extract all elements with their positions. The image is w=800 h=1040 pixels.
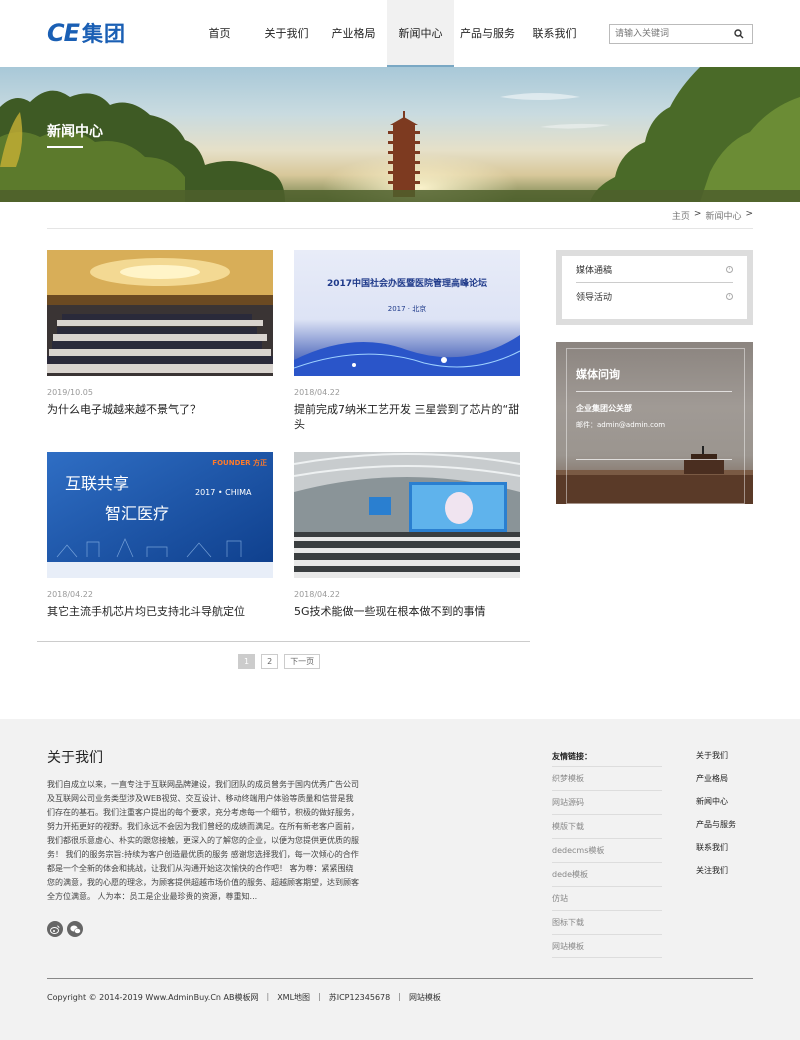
news-date: 2018/04.22 bbox=[294, 590, 340, 599]
news-title[interactable]: 为什么电子城越来越不景气了？ bbox=[47, 402, 273, 417]
footer-nav-about[interactable]: 关于我们 bbox=[696, 749, 736, 772]
footer-nav: 关于我们 产业格局 新闻中心 产品与服务 联系我们 关注我们 bbox=[696, 749, 736, 887]
copyright-text: Copyright © 2014-2019 Www.AdminBuy.Cn AB… bbox=[47, 993, 259, 1002]
friend-link[interactable]: 织梦模板 bbox=[552, 766, 662, 790]
nav-industry[interactable]: 产业格局 bbox=[320, 0, 387, 67]
news-title[interactable]: 其它主流手机芯片均已支持北斗导航定位 bbox=[47, 604, 273, 619]
footer-link-templates[interactable]: 网站模板 bbox=[409, 992, 441, 1003]
news-date: 2019/10.05 bbox=[47, 388, 93, 397]
footer-about-text: 我们自成立以来，一直专注于互联网品牌建设，我们团队的成员曾务于国内优秀广告公司及… bbox=[47, 780, 359, 901]
footer-link-icp[interactable]: 苏ICP12345678 bbox=[329, 992, 391, 1003]
poster-brand: FOUNDER 方正 bbox=[212, 459, 267, 467]
chevron-right-icon: › bbox=[726, 293, 733, 300]
news-card[interactable]: 互联共享 智汇医疗 FOUNDER 方正 2017 • CHIMA 2018/0… bbox=[47, 452, 273, 619]
friend-links: 织梦模板 网站源码 模版下载 dedecms模板 dede模板 仿站 图标下载 … bbox=[552, 764, 662, 958]
poster-headline-2: 智汇医疗 bbox=[105, 504, 170, 523]
nav-home[interactable]: 首页 bbox=[186, 0, 253, 67]
search-button[interactable] bbox=[728, 25, 750, 43]
nav-about[interactable]: 关于我们 bbox=[253, 0, 320, 67]
logo-latin: CE bbox=[47, 19, 80, 47]
news-card[interactable]: 2018/04.22 5G技术能做一些现在根本做不到的事情 bbox=[294, 452, 520, 619]
news-thumbnail[interactable] bbox=[294, 452, 520, 578]
footer-about-title: 关于我们 bbox=[47, 750, 103, 766]
weibo-icon[interactable] bbox=[47, 921, 63, 937]
friend-link[interactable]: 图标下载 bbox=[552, 910, 662, 934]
friend-link[interactable]: 网站源码 bbox=[552, 790, 662, 814]
footer-nav-contact[interactable]: 联系我们 bbox=[696, 841, 736, 864]
breadcrumb-current[interactable]: 新闻中心 bbox=[705, 209, 741, 222]
nav-products[interactable]: 产品与服务 bbox=[454, 0, 521, 67]
news-card[interactable]: 2017中国社会办医暨医院管理高峰论坛 2017 · 北京 2018/04.22… bbox=[294, 250, 520, 432]
chevron-right-icon: › bbox=[726, 265, 733, 273]
footer-nav-follow[interactable]: 关注我们 bbox=[696, 864, 736, 887]
social-links bbox=[47, 921, 83, 937]
nav-contact[interactable]: 联系我们 bbox=[521, 0, 588, 67]
poster-title: 2017中国社会办医暨医院管理高峰论坛 bbox=[326, 279, 488, 289]
news-thumbnail[interactable]: 互联共享 智汇医疗 FOUNDER 方正 2017 • CHIMA bbox=[47, 452, 273, 578]
news-date: 2018/04.22 bbox=[47, 590, 93, 599]
news-date: 2018/04.22 bbox=[294, 388, 340, 397]
search-icon bbox=[734, 29, 744, 39]
conference-hall-image bbox=[47, 250, 273, 376]
wechat-icon[interactable] bbox=[67, 921, 83, 937]
site-footer: 关于我们 我们自成立以来，一直专注于互联网品牌建设，我们团队的成员曾务于国内优秀… bbox=[0, 719, 800, 1040]
contact-email[interactable]: 邮件：admin@admin.com bbox=[576, 420, 665, 430]
auditorium-image bbox=[294, 452, 520, 578]
search-input[interactable] bbox=[610, 25, 728, 43]
pagination: 1 2 下一页 bbox=[238, 654, 321, 669]
news-title[interactable]: 5G技术能做一些现在根本做不到的事情 bbox=[294, 604, 520, 619]
poster-event: 2017 • CHIMA bbox=[195, 488, 252, 497]
contact-department: 企业集团公关部 bbox=[576, 404, 632, 413]
logo[interactable]: CE 集团 bbox=[47, 19, 127, 47]
news-thumbnail[interactable] bbox=[47, 250, 273, 376]
friend-link[interactable]: 模版下载 bbox=[552, 814, 662, 838]
page-1-button[interactable]: 1 bbox=[238, 654, 256, 669]
breadcrumb-home[interactable]: 主页 bbox=[672, 209, 690, 222]
divider bbox=[37, 641, 530, 642]
poster-headline-1: 互联共享 bbox=[65, 474, 130, 493]
breadcrumb-separator: > bbox=[745, 209, 753, 219]
divider bbox=[576, 391, 732, 392]
friend-links-title: 友情链接： bbox=[552, 752, 592, 761]
sidebar-item-leaders[interactable]: 领导活动 › bbox=[576, 283, 733, 310]
page-2-button[interactable]: 2 bbox=[261, 654, 279, 669]
footer-nav-news[interactable]: 新闻中心 bbox=[696, 795, 736, 818]
banner-title: 新闻中心 bbox=[47, 124, 103, 140]
friend-link[interactable]: dede模板 bbox=[552, 862, 662, 886]
sidebar-item-media[interactable]: 媒体通稿 › bbox=[576, 256, 733, 283]
contact-title: 媒体问询 bbox=[576, 368, 620, 381]
logo-chinese: 集团 bbox=[82, 22, 127, 46]
divider bbox=[47, 978, 753, 979]
breadcrumb: 主页 > 新闻中心 > bbox=[672, 209, 753, 222]
friend-link[interactable]: 网站模板 bbox=[552, 934, 662, 958]
footer-link-sitemap[interactable]: XML地图 bbox=[277, 992, 310, 1003]
poster-subtitle: 2017 · 北京 bbox=[387, 305, 427, 313]
divider bbox=[576, 459, 732, 460]
friend-link[interactable]: dedecms模板 bbox=[552, 838, 662, 862]
site-header: CE 集团 首页 关于我们 产业格局 新闻中心 产品与服务 联系我们 bbox=[0, 0, 800, 67]
media-contact-box: 媒体问询 企业集团公关部 邮件：admin@admin.com bbox=[556, 342, 753, 504]
banner-underline bbox=[47, 146, 83, 148]
search-box bbox=[609, 24, 753, 44]
next-page-button[interactable]: 下一页 bbox=[284, 654, 321, 669]
page-banner: 新闻中心 bbox=[0, 67, 800, 202]
friend-link[interactable]: 仿站 bbox=[552, 886, 662, 910]
copyright-bar: Copyright © 2014-2019 Www.AdminBuy.Cn AB… bbox=[47, 992, 441, 1003]
sidebar-item-label: 媒体通稿 bbox=[576, 265, 613, 276]
divider bbox=[47, 228, 753, 229]
nav-news[interactable]: 新闻中心 bbox=[387, 0, 454, 67]
banner-scene-image bbox=[0, 67, 800, 202]
news-thumbnail[interactable]: 2017中国社会办医暨医院管理高峰论坛 2017 · 北京 bbox=[294, 250, 520, 376]
sidebar-item-label: 领导活动 bbox=[576, 293, 613, 303]
news-card[interactable]: 2019/10.05 为什么电子城越来越不景气了？ bbox=[47, 250, 273, 417]
breadcrumb-separator: > bbox=[693, 209, 702, 219]
footer-nav-industry[interactable]: 产业格局 bbox=[696, 772, 736, 795]
main-nav: 首页 关于我们 产业格局 新闻中心 产品与服务 联系我们 bbox=[186, 0, 588, 67]
sidebar-menu: 媒体通稿 › 领导活动 › bbox=[556, 250, 753, 325]
footer-nav-products[interactable]: 产品与服务 bbox=[696, 818, 736, 841]
news-title[interactable]: 提前完成7纳米工艺开发 三星尝到了芯片的“甜头 bbox=[294, 402, 520, 432]
